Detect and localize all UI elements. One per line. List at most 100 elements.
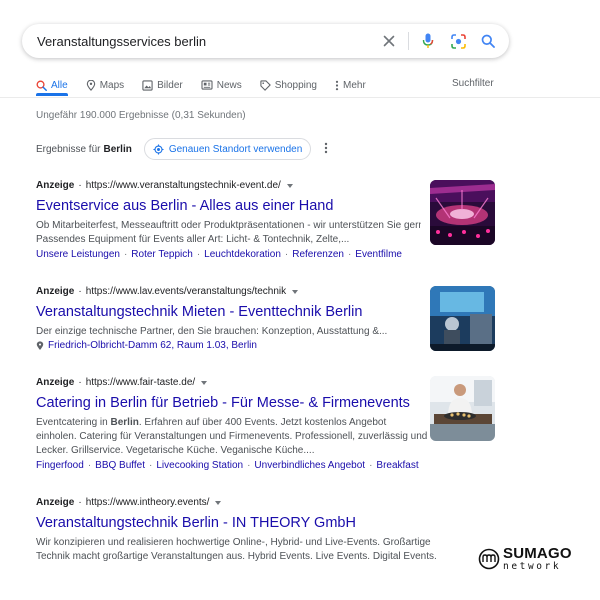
sumago-logo-mark — [478, 548, 500, 570]
microphone-icon[interactable] — [417, 30, 439, 52]
sitelink[interactable]: Breakfast — [376, 459, 418, 472]
location-row: Ergebnisse für Berlin Genauen Standort v… — [36, 138, 312, 160]
result-url[interactable]: https://www.lav.events/veranstaltungs/te… — [86, 286, 286, 297]
ad-label: Anzeige — [36, 180, 75, 191]
tab-mehr[interactable]: Mehr — [335, 80, 366, 91]
result-thumbnail-studio[interactable] — [430, 286, 495, 351]
description-highlight: Berlin — [110, 417, 139, 428]
result-url[interactable]: https://www.fair-taste.de/ — [86, 377, 196, 388]
result-description: Der einzige technische Partner, den Sie … — [36, 325, 496, 339]
sitelink[interactable]: Fingerfood — [36, 459, 84, 472]
result-title-link[interactable]: Veranstaltungstechnik Mieten - Eventtech… — [36, 303, 496, 321]
chevron-down-icon[interactable] — [292, 289, 299, 294]
description-line: Wir konzipieren und realisieren hochwert… — [36, 537, 431, 548]
logo-main-text: SUMAGO — [503, 545, 572, 562]
tab-label: Alle — [51, 79, 68, 91]
map-pin-icon — [36, 340, 44, 350]
sitelinks: Unsere Leistungen · Roter Teppich · Leucht… — [36, 248, 496, 261]
chevron-down-icon[interactable] — [286, 183, 293, 188]
tab-shopping[interactable]: Shopping — [260, 80, 317, 91]
description-line: Eventcatering in Berlin. Erfahren auf üb… — [36, 416, 426, 430]
map-pin-icon — [86, 79, 95, 91]
sumago-logo-text: SUMAGO network — [503, 546, 572, 572]
tab-alle[interactable]: Alle — [36, 80, 68, 91]
sitelink[interactable]: Roter Teppich — [131, 248, 193, 261]
sitelink[interactable]: Leuchtdekoration — [204, 248, 281, 261]
result-description: Eventcatering in Berlin. Erfahren auf üb… — [36, 416, 427, 458]
tab-label: Bilder — [157, 79, 183, 91]
chevron-down-icon[interactable] — [215, 500, 222, 505]
ad-url-line: Anzeige · https://www.veranstaltungstech… — [36, 179, 496, 192]
result-description: Ob Mitarbeiterfest, Messeauftritt oder P… — [36, 219, 496, 247]
camera-icon[interactable] — [447, 30, 469, 52]
location-city: Berlin — [103, 143, 132, 155]
tab-label: Maps — [99, 79, 125, 91]
address-text: Friedrich-Olbricht-Damm 62, Raum 1.03, B… — [48, 340, 257, 351]
description-line: Lecker. Grillservice. Vegetarische Küche… — [36, 445, 315, 456]
tab-label: Mehr — [343, 79, 366, 91]
description-line: Der einzige technische Partner, den Sie … — [36, 326, 388, 337]
tab-label: Shopping — [274, 79, 317, 91]
search-result: Anzeige · https://www.intheory.events/ V… — [36, 496, 496, 564]
tab-maps[interactable]: Maps — [86, 79, 125, 91]
result-thumbnail-catering[interactable] — [430, 376, 495, 441]
result-title-link[interactable]: Catering in Berlin für Betrieb - Für Mes… — [36, 394, 496, 412]
result-description: Wir konzipieren und realisieren hochwert… — [36, 536, 496, 564]
search-result: Anzeige · https://www.veranstaltungstech… — [36, 179, 496, 261]
separator: · — [347, 249, 352, 260]
separator: · — [247, 460, 251, 471]
location-prefix: Ergebnisse für — [36, 143, 101, 155]
tag-icon — [260, 79, 271, 91]
result-url[interactable]: https://www.intheory.events/ — [86, 497, 210, 508]
sitelink[interactable]: Referenzen — [292, 248, 344, 261]
description-text: Eventcatering in — [36, 417, 111, 428]
close-icon[interactable] — [378, 30, 400, 52]
precise-location-button[interactable]: Genauen Standort verwenden — [143, 138, 312, 160]
news-icon — [201, 80, 213, 90]
separator: · — [78, 180, 82, 191]
search-result: Anzeige · https://www.fair-taste.de/ Cat… — [36, 376, 496, 472]
tab-bilder[interactable]: Bilder — [142, 80, 183, 91]
sumago-logo: SUMAGO network — [478, 546, 572, 572]
search-input[interactable]: Veranstaltungsservices berlin — [37, 34, 378, 49]
ad-url-line: Anzeige · https://www.fair-taste.de/ — [36, 376, 496, 389]
logo-sub-text: network — [503, 561, 562, 572]
location-target-icon — [153, 143, 164, 155]
search-bar[interactable]: Veranstaltungsservices berlin — [22, 24, 509, 58]
result-thumbnail-stage[interactable] — [430, 180, 495, 245]
ad-label: Anzeige — [36, 497, 75, 508]
more-dots-icon — [335, 80, 339, 90]
description-line: Passendes Equipment für Events aller Art… — [36, 234, 350, 245]
description-text: . Erfahren auf über 400 Events. Jetzt ko… — [138, 417, 387, 428]
sitelink[interactable]: Unsere Leistungen — [36, 248, 120, 261]
sitelink[interactable]: Livecooking Station — [156, 459, 243, 472]
result-url[interactable]: https://www.veranstaltungstechnik-event.… — [86, 180, 281, 191]
search-icon[interactable] — [477, 30, 499, 52]
tabs-divider — [0, 97, 600, 98]
result-title-link[interactable]: Eventservice aus Berlin - Alles aus eine… — [36, 197, 496, 215]
sitelink[interactable]: Eventfilme — [355, 248, 402, 261]
ad-label: Anzeige — [36, 286, 75, 297]
chevron-down-icon[interactable] — [201, 380, 208, 385]
separator: · — [149, 460, 153, 471]
description-line: Technik macht großartige Veranstaltungen… — [36, 551, 437, 562]
description-line: Ob Mitarbeiterfest, Messeauftritt oder P… — [36, 220, 421, 231]
sitelink[interactable]: Unverbindliches Angebot — [254, 459, 365, 472]
result-title-link[interactable]: Veranstaltungstechnik Berlin - IN THEORY… — [36, 514, 496, 532]
separator: · — [196, 249, 201, 260]
separator: · — [78, 497, 82, 508]
separator: · — [284, 249, 289, 260]
result-address[interactable]: Friedrich-Olbricht-Damm 62, Raum 1.03, B… — [36, 340, 496, 351]
sitelinks: Fingerfood · BBQ Buffet · Livecooking Stat… — [36, 459, 496, 472]
more-options-icon[interactable] — [324, 142, 328, 154]
active-tab-indicator — [36, 93, 68, 96]
separator: · — [78, 377, 82, 388]
tab-news[interactable]: News — [201, 80, 242, 91]
sitelink[interactable]: BBQ Buffet — [95, 459, 145, 472]
search-icon — [36, 80, 47, 91]
search-tabs: Alle Maps Bilder News Shopping Mehr — [36, 77, 496, 93]
search-filter-button[interactable]: Suchfilter — [452, 78, 494, 89]
search-result: Anzeige · https://www.lav.events/veranst… — [36, 285, 496, 351]
separator: · — [78, 286, 82, 297]
ad-url-line: Anzeige · https://www.lav.events/veranst… — [36, 285, 496, 298]
